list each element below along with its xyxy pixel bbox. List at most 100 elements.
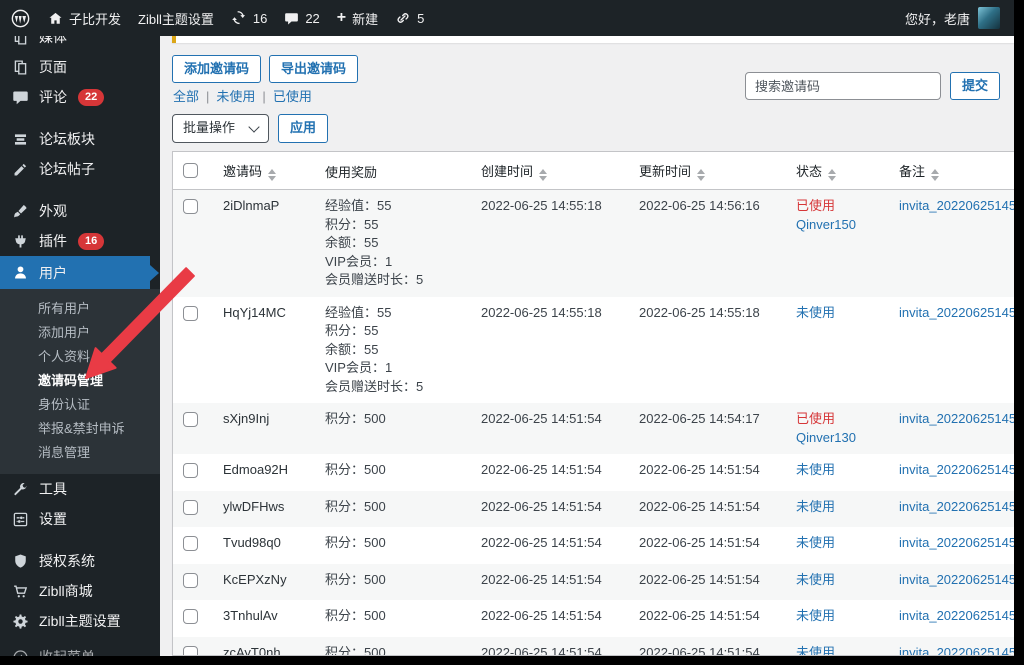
row-checkbox[interactable] — [183, 499, 198, 515]
reward-line: 积分：500 — [325, 411, 386, 426]
column-header-备注[interactable]: 备注 — [889, 152, 1014, 190]
sidebar-item-外观[interactable]: 外观 — [0, 196, 160, 226]
submenu-item-个人资料[interactable]: 个人资料 — [0, 345, 160, 369]
used-by-user-link[interactable]: Qinver130 — [796, 429, 879, 448]
status-cell: 已使用 Qinver130 — [786, 403, 889, 454]
remark-link[interactable]: invita_20220625145 — [899, 571, 1014, 590]
column-header-邀请码[interactable]: 邀请码 — [213, 152, 315, 190]
row-checkbox[interactable] — [183, 412, 198, 427]
sidebar-item-工具[interactable]: 工具 — [0, 474, 160, 504]
row-checkbox[interactable] — [183, 572, 198, 588]
row-checkbox[interactable] — [183, 463, 198, 478]
home-icon — [49, 12, 62, 24]
invite-code: 3TnhulAv — [223, 608, 278, 623]
row-checkbox[interactable] — [183, 305, 198, 321]
sidebar-item-媒体[interactable]: 媒体 — [0, 36, 160, 52]
invite-code-table: 邀请码 使用奖励 创建时间 更新时间 状态 备注 2iDlnmaP 经验值：55 积分：55 余额… — [173, 152, 1014, 656]
sidebar-item-Zibll主题设置[interactable]: Zibll主题设置 — [0, 606, 160, 636]
tools-icon — [10, 481, 30, 498]
submenu-item-身份认证[interactable]: 身份认证 — [0, 393, 160, 417]
bulk-action-select[interactable]: 批量操作 — [172, 114, 270, 143]
row-checkbox[interactable] — [183, 645, 198, 655]
invite-code: 2iDlnmaP — [213, 189, 315, 297]
avatar[interactable] — [978, 7, 1000, 29]
column-header-创建时间[interactable]: 创建时间 — [471, 152, 629, 190]
reward-cell: 积分：500 — [315, 600, 471, 637]
row-checkbox[interactable] — [183, 609, 198, 624]
sidebar-item-评论[interactable]: 评论 22 — [0, 82, 160, 112]
sidebar-item-用户[interactable]: 用户 — [0, 256, 159, 289]
sidebar-item-插件[interactable]: 插件 16 — [0, 226, 160, 256]
table-row: Edmoa92H 积分：500 2022-06-25 14:51:54 2022-06… — [173, 454, 1014, 491]
submenu-item-添加用户[interactable]: 添加用户 — [0, 321, 160, 345]
remark-link[interactable]: invita_20220625145 — [899, 607, 1014, 626]
column-label: 邀请码 — [223, 164, 263, 179]
updates-link[interactable]: 16 — [231, 10, 267, 26]
apply-button[interactable]: 应用 — [278, 114, 329, 143]
remark-link[interactable]: invita_20220625145 — [899, 197, 1014, 216]
row-checkbox[interactable] — [183, 536, 198, 551]
used-by-user-link[interactable]: Qinver150 — [796, 216, 879, 235]
sidebar-item-论坛板块[interactable]: 论坛板块 — [0, 124, 160, 154]
reward-line: 余额：55 — [325, 235, 379, 250]
pending-links[interactable]: 5 — [395, 10, 424, 26]
remark-link[interactable]: invita_20220625145 — [899, 304, 1014, 323]
site-home-link[interactable]: 子比开发 — [48, 9, 121, 28]
submenu-item-所有用户[interactable]: 所有用户 — [0, 297, 160, 321]
filter-link-全部[interactable]: 全部 — [173, 89, 199, 104]
submenu-item-举报&禁封申诉[interactable]: 举报&禁封申诉 — [0, 417, 160, 441]
status-cell: 已使用 Qinver150 — [786, 189, 889, 297]
sort-arrows-icon — [828, 169, 837, 181]
remark-link[interactable]: invita_20220625145 — [899, 410, 1014, 429]
sidebar-item-label: 工具 — [39, 481, 67, 497]
remark-link[interactable]: invita_20220625145 — [899, 534, 1014, 553]
filter-link-未使用[interactable]: 未使用 — [216, 89, 255, 104]
filter-link-已使用[interactable]: 已使用 — [273, 89, 312, 104]
updated-time: 2022-06-25 14:51:54 — [639, 608, 760, 623]
remark-cell: invita_20220625145 — [889, 454, 1014, 491]
sidebar-item-Zibll商城[interactable]: Zibll商城 — [0, 576, 160, 606]
invite-code: sXjn9Inj — [213, 403, 315, 454]
sidebar-item-页面[interactable]: 页面 — [0, 52, 160, 82]
wordpress-logo[interactable] — [10, 8, 31, 29]
created-time: 2022-06-25 14:51:54 — [471, 636, 629, 655]
column-header-更新时间[interactable]: 更新时间 — [629, 152, 786, 190]
admin-notice-clipped — [172, 36, 1014, 43]
pages-icon — [10, 59, 30, 76]
submenu-item-邀请码管理[interactable]: 邀请码管理 — [0, 369, 160, 393]
plus-icon: + — [336, 9, 347, 26]
remark-link[interactable]: invita_20220625145 — [899, 461, 1014, 480]
reward-line: 积分：500 — [325, 608, 386, 623]
status-unused: 未使用 — [796, 571, 836, 587]
search-input[interactable] — [744, 72, 941, 101]
forum-sections-icon — [10, 131, 30, 148]
new-content-link[interactable]: + 新建 — [337, 9, 378, 28]
reward-line: 积分：55 — [325, 216, 379, 232]
site-name: 子比开发 — [69, 11, 122, 27]
status-unused: 未使用 — [796, 644, 836, 656]
submenu-item-消息管理[interactable]: 消息管理 — [0, 441, 160, 465]
row-checkbox[interactable] — [183, 199, 198, 214]
reward-cell: 积分：500 — [315, 454, 471, 491]
sidebar-item-授权系统[interactable]: 授权系统 — [0, 546, 160, 576]
search-submit-button[interactable]: 提交 — [949, 72, 1000, 101]
reward-line: 积分：500 — [325, 644, 386, 656]
remark-link[interactable]: invita_20220625145 — [899, 644, 1014, 656]
theme-settings-link[interactable]: Zibll主题设置 — [138, 9, 214, 28]
admin-bar-left: 子比开发 Zibll主题设置 16 22 + 新建 5 — [10, 8, 424, 29]
invite-code: Tvud98q0 — [223, 535, 281, 550]
column-label: 备注 — [899, 164, 926, 179]
column-header-状态[interactable]: 状态 — [786, 152, 889, 190]
sidebar-item-设置[interactable]: 设置 — [0, 504, 160, 534]
sidebar-item-论坛帖子[interactable]: 论坛帖子 — [0, 154, 160, 184]
sidebar-item-label: 设置 — [39, 511, 67, 527]
remark-link[interactable]: invita_20220625145 — [899, 498, 1014, 517]
export-invite-code-button[interactable]: 导出邀请码 — [269, 55, 359, 84]
select-all-checkbox[interactable] — [183, 163, 198, 178]
add-invite-code-button[interactable]: 添加邀请码 — [172, 55, 262, 84]
sidebar-item-收起菜单[interactable]: 收起菜单 — [0, 642, 160, 656]
reward-line: 积分：500 — [325, 571, 386, 587]
comments-link[interactable]: 22 — [284, 11, 320, 26]
user-greeting[interactable]: 您好，老唐 — [905, 9, 970, 28]
invite-code: Edmoa92H — [223, 462, 289, 477]
